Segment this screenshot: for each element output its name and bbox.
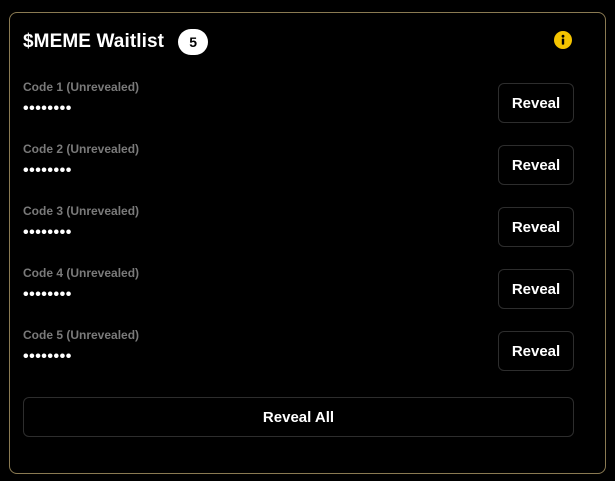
- code-list: Code 1 (Unrevealed) •••••••• Reveal Code…: [23, 80, 574, 390]
- code-label: Code 1 (Unrevealed): [23, 80, 140, 94]
- code-value: ••••••••: [23, 100, 72, 117]
- reveal-button-2[interactable]: Reveal: [498, 145, 574, 185]
- code-label: Code 4 (Unrevealed): [23, 266, 140, 280]
- count-badge: 5: [178, 29, 209, 55]
- page-title: $MEME Waitlist: [23, 31, 165, 52]
- panel-header: $MEME Waitlist 5: [23, 28, 209, 56]
- info-icon[interactable]: [554, 31, 572, 49]
- code-row: Code 4 (Unrevealed) •••••••• Reveal: [23, 266, 574, 328]
- reveal-button-1[interactable]: Reveal: [498, 83, 574, 123]
- code-value: ••••••••: [23, 286, 72, 303]
- code-value: ••••••••: [23, 224, 72, 241]
- reveal-button-3[interactable]: Reveal: [498, 207, 574, 247]
- code-value: ••••••••: [23, 348, 72, 365]
- code-label: Code 3 (Unrevealed): [23, 204, 140, 218]
- reveal-button-5[interactable]: Reveal: [498, 331, 574, 371]
- code-row: Code 3 (Unrevealed) •••••••• Reveal: [23, 204, 574, 266]
- code-row: Code 1 (Unrevealed) •••••••• Reveal: [23, 80, 574, 142]
- code-label: Code 2 (Unrevealed): [23, 142, 140, 156]
- code-row: Code 5 (Unrevealed) •••••••• Reveal: [23, 328, 574, 390]
- reveal-all-button[interactable]: Reveal All: [23, 397, 574, 437]
- reveal-button-4[interactable]: Reveal: [498, 269, 574, 309]
- code-label: Code 5 (Unrevealed): [23, 328, 140, 342]
- code-value: ••••••••: [23, 162, 72, 179]
- code-row: Code 2 (Unrevealed) •••••••• Reveal: [23, 142, 574, 204]
